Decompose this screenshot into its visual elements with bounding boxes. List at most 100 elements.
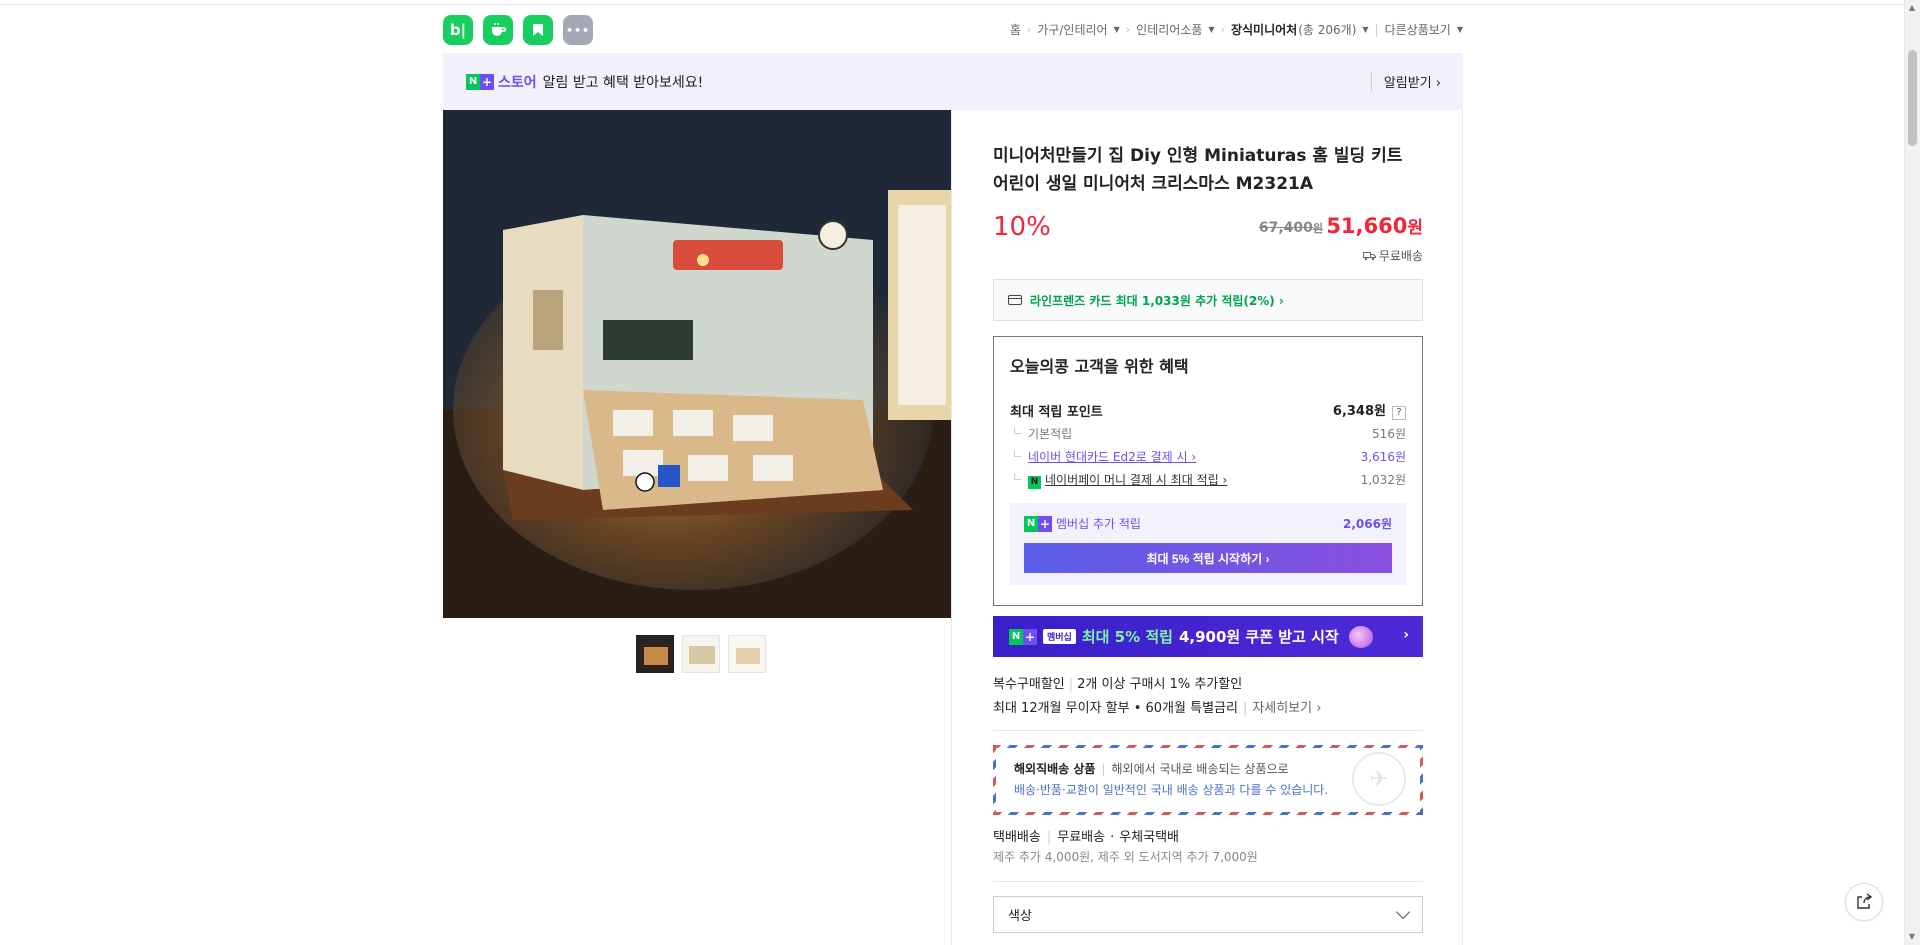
- original-price: 67,400원: [1258, 220, 1323, 236]
- breadcrumb-home[interactable]: 홈: [1010, 21, 1021, 38]
- breadcrumb-cat1[interactable]: 가구/인테리어: [1037, 21, 1107, 38]
- membership-label: 멤버십 추가 적립: [1056, 517, 1141, 531]
- divider: [993, 881, 1423, 882]
- overseas-shipping-notice: 해외직배송 상품 | 해외에서 국내로 배송되는 상품으로 배송·반품·교환이 일반…: [993, 745, 1423, 815]
- gift-icon: [1348, 625, 1373, 648]
- card-benefit-link[interactable]: 라인프렌즈 카드 최대 1,033원 추가 적립(2%) ›: [993, 279, 1423, 321]
- delivery-carrier: 우체국택배: [1119, 830, 1180, 845]
- nplus-badge-icon: N +: [466, 73, 494, 90]
- delivery-fee: 무료배송: [1057, 830, 1106, 845]
- delivery-extra-fee: 제주 추가 4,000원, 제주 외 도서지역 추가 7,000원: [993, 850, 1258, 864]
- bookmark-icon: [533, 24, 543, 36]
- alarm-button[interactable]: 알림받기 ›: [1370, 72, 1441, 91]
- scrollbar-thumb[interactable]: [1908, 50, 1917, 146]
- store-label: 스토어: [498, 74, 537, 91]
- card-benefit-text: 라인프렌즈 카드 최대 1,033원 추가 적립(2%) ›: [1030, 293, 1284, 308]
- vertical-scrollbar[interactable]: ▲ ▼: [1904, 0, 1920, 945]
- max-points-row: 최대 적립 포인트 6,348원?: [1010, 400, 1406, 420]
- max-points-value: 6,348원: [1332, 404, 1386, 419]
- overseas-title: 해외직배송 상품: [1014, 762, 1096, 776]
- caret-down-icon[interactable]: ▼: [1114, 25, 1120, 34]
- coffee-icon: [492, 23, 507, 36]
- npay-money-label-wrap: N 네이버페이 머니 결제 시 최대 적립 ›: [1028, 471, 1227, 489]
- hyundai-card-row: 네이버 현대카드 Ed2로 결제 시 › 3,616원: [1010, 448, 1406, 465]
- chevron-down-icon: [1395, 904, 1411, 920]
- membership-box: N + 멤버십 추가 적립 2,066원 최대 5% 적립 시작하기 ›: [1010, 503, 1406, 585]
- product-title: 미니어처만들기 집 Diy 인형 Miniaturas 홈 빌딩 키트 어린이 …: [993, 146, 1403, 194]
- multi-purchase-discount: 복수구매할인 | 2개 이상 구매시 1% 추가할인: [993, 677, 1243, 692]
- installment-more-link[interactable]: 자세히보기 ›: [1252, 701, 1321, 716]
- customer-benefit-box: 오늘의콩 고객을 위한 혜택 최대 적립 포인트 6,348원? 기본적립 51…: [993, 336, 1423, 606]
- discount-rate: 10%: [993, 212, 1051, 242]
- more-icon-label: •••: [565, 23, 591, 37]
- breadcrumb-cat2[interactable]: 인테리어소품: [1136, 21, 1202, 38]
- basic-points-label: 기본적립: [1028, 427, 1073, 441]
- share-button[interactable]: [1845, 883, 1883, 921]
- membership-badge: 멤버십: [1043, 629, 1076, 644]
- hyundai-card-value: 3,616원: [1360, 450, 1406, 464]
- app-shortcut-bar: b| •••: [443, 15, 593, 45]
- share-icon: [1857, 893, 1873, 909]
- basic-points-value: 516원: [1372, 427, 1406, 441]
- breadcrumb-sep-icon: ›: [1026, 23, 1032, 36]
- thumbnail-2[interactable]: [682, 635, 720, 673]
- start-membership-button[interactable]: 최대 5% 적립 시작하기 ›: [1024, 543, 1392, 573]
- membership-promo-banner[interactable]: N + 멤버십 최대 5% 적립 4,900원 쿠폰 받고 시작 ›: [993, 616, 1423, 657]
- basic-points-row: 기본적립 516원: [1010, 425, 1406, 442]
- npay-money-link[interactable]: 네이버페이 머니 결제 시 최대 적립 ›: [1045, 473, 1227, 487]
- dollhouse-photo: [443, 110, 952, 618]
- breadcrumb-sep-icon: ›: [1125, 23, 1131, 36]
- product-main-image[interactable]: [443, 110, 952, 618]
- store-notice-bar: N + 스토어 알림 받고 혜택 받아보세요! 알림받기 ›: [443, 53, 1463, 110]
- npay-money-value: 1,032원: [1360, 473, 1406, 488]
- shipping-info: 무료배송: [1362, 247, 1423, 264]
- nplus-badge-icon: N +: [1009, 628, 1037, 645]
- color-option-label: 색상: [1008, 909, 1032, 924]
- breadcrumb-sep-icon: ›: [1220, 23, 1225, 36]
- thumbnail-strip: [636, 635, 766, 673]
- help-icon[interactable]: ?: [1392, 406, 1406, 420]
- promo-text: 4,900원 쿠폰 받고 시작: [1178, 628, 1339, 646]
- thumbnail-1[interactable]: [636, 635, 674, 673]
- product-page: b| ••• 홈 › 가구/인테리어 ▼ › 인테리어소품 ▼ › 장식미니어처 (총…: [443, 5, 1463, 945]
- sale-price: 51,660원: [1326, 214, 1423, 238]
- column-border: [1462, 110, 1463, 945]
- column-divider: [951, 110, 952, 945]
- multi-discount-text: 2개 이상 구매시 1% 추가할인: [1077, 677, 1243, 692]
- airplane-stamp-icon: ✈: [1352, 752, 1406, 806]
- more-apps-icon[interactable]: •••: [563, 15, 593, 45]
- breadcrumb-cat3-count: (총 206개): [1298, 23, 1357, 37]
- membership-row: N + 멤버십 추가 적립 2,066원: [1024, 515, 1392, 532]
- scroll-up-icon[interactable]: ▲: [1907, 3, 1917, 13]
- caret-down-icon[interactable]: ▼: [1457, 25, 1463, 34]
- notice-message: 알림 받고 혜택 받아보세요!: [542, 74, 704, 91]
- bookmark-app-icon[interactable]: [523, 15, 553, 45]
- scroll-down-icon[interactable]: ▼: [1907, 932, 1917, 942]
- caret-down-icon[interactable]: ▼: [1208, 25, 1214, 34]
- credit-card-icon: [1008, 295, 1022, 305]
- nplus-badge-icon: N +: [1024, 515, 1052, 532]
- membership-label-wrap: N + 멤버십 추가 적립: [1024, 515, 1141, 532]
- max-points-label: 최대 적립 포인트: [1010, 404, 1103, 420]
- membership-value: 2,066원: [1343, 517, 1392, 531]
- hyundai-card-link[interactable]: 네이버 현대카드 Ed2로 결제 시 ›: [1028, 448, 1196, 465]
- thumbnail-3[interactable]: [728, 635, 766, 673]
- overseas-desc: 해외에서 국내로 배송되는 상품으로: [1111, 762, 1289, 776]
- multi-discount-label: 복수구매할인: [993, 677, 1065, 692]
- blog-app-icon[interactable]: b|: [443, 15, 473, 45]
- breadcrumb-cat3[interactable]: 장식미니어처: [1231, 21, 1297, 38]
- promo-highlight: 최대 5% 적립: [1081, 628, 1173, 646]
- cafe-app-icon[interactable]: [483, 15, 513, 45]
- breadcrumb-divider: |: [1374, 22, 1379, 37]
- truck-icon: [1362, 252, 1376, 261]
- benefit-title: 오늘의콩 고객을 위한 혜택: [1010, 357, 1189, 376]
- breadcrumb-other[interactable]: 다른상품보기: [1385, 21, 1451, 38]
- overseas-warning: 배송·반품·교환이 일반적인 국내 배송 상품과 다를 수 있습니다.: [1014, 783, 1329, 797]
- color-option-select[interactable]: 색상: [993, 896, 1423, 933]
- delivery-type: 택배배송: [993, 830, 1041, 845]
- breadcrumb: 홈 › 가구/인테리어 ▼ › 인테리어소품 ▼ › 장식미니어처 (총 206개) ▼…: [1010, 21, 1463, 38]
- chevron-right-icon: ›: [1403, 627, 1409, 643]
- caret-down-icon[interactable]: ▼: [1362, 25, 1368, 34]
- installment-text: 최대 12개월 무이자 할부 • 60개월 특별금리: [993, 701, 1238, 716]
- delivery-info: 택배배송 | 무료배송 · 우체국택배: [993, 830, 1180, 845]
